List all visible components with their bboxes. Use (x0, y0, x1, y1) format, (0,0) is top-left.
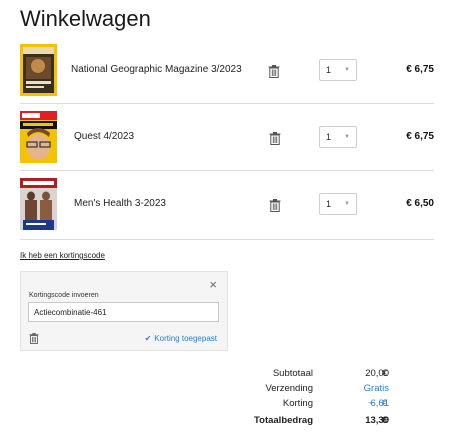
chevron-down-icon: ▼ (344, 201, 350, 207)
cart-item: Quest 4/2023 1 ▼ € 6,75 (20, 111, 434, 175)
trash-icon[interactable] (269, 132, 281, 145)
summary-subtotal-row: Subtotaal € 20,00 (0, 368, 434, 380)
cart-item: Men's Health 3-2023 1 ▼ € 6,50 (20, 178, 434, 242)
subtotal-value: 20,00 (365, 368, 389, 379)
close-icon[interactable]: × (209, 278, 217, 292)
divider (20, 103, 434, 104)
total-label: Totaalbedrag (254, 415, 313, 426)
quest-cover[interactable] (20, 111, 57, 163)
checkmark-icon: ✔ (144, 334, 152, 343)
discount-code-input[interactable] (28, 302, 219, 322)
item-name[interactable]: Quest 4/2023 (74, 131, 134, 142)
discount-panel: × Kortingscode invoeren ✔Korting toegepa… (20, 271, 228, 351)
discount-field-label: Kortingscode invoeren (29, 292, 99, 299)
shipping-label: Verzending (265, 383, 313, 394)
discount-value: 6,61 (370, 398, 390, 409)
discount-code-link[interactable]: Ik heb een kortingscode (20, 251, 105, 260)
quantity-select[interactable]: 1 ▼ (319, 193, 357, 215)
summary-discount-row: Korting − € 6,61 (0, 398, 434, 410)
subtotal-label: Subtotaal (272, 368, 313, 379)
chevron-down-icon: ▼ (344, 67, 350, 73)
item-name[interactable]: National Geographic Magazine 3/2023 (71, 64, 242, 75)
summary-shipping-row: Verzending Gratis (0, 383, 434, 395)
national-geographic-cover[interactable] (20, 44, 57, 96)
divider (20, 170, 434, 171)
item-price: € 6,50 (406, 198, 434, 209)
quantity-value: 1 (326, 199, 332, 209)
trash-icon[interactable] (268, 65, 280, 78)
quantity-value: 1 (326, 132, 332, 142)
divider (20, 239, 434, 240)
discount-applied-label: Korting toegepast (154, 334, 217, 343)
discount-label: Korting (282, 398, 313, 409)
shipping-value: Gratis (363, 383, 389, 394)
quantity-select[interactable]: 1 ▼ (319, 126, 357, 148)
trash-icon[interactable] (29, 333, 39, 344)
discount-applied-status: ✔ Korting toegepast (145, 334, 217, 343)
item-price: € 6,75 (406, 131, 434, 142)
item-name[interactable]: Men's Health 3-2023 (74, 198, 166, 209)
page-title: Winkelwagen (20, 6, 151, 31)
quantity-select[interactable]: 1 ▼ (319, 59, 357, 81)
trash-icon[interactable] (269, 199, 281, 212)
mens-health-cover[interactable] (20, 178, 57, 230)
item-price: € 6,75 (406, 64, 434, 75)
cart-item: National Geographic Magazine 3/2023 1 ▼ … (20, 44, 434, 108)
summary-total-row: Totaalbedrag € 13,39 (0, 415, 434, 427)
quantity-value: 1 (326, 65, 332, 75)
total-value: 13,39 (365, 415, 389, 426)
chevron-down-icon: ▼ (344, 134, 350, 140)
